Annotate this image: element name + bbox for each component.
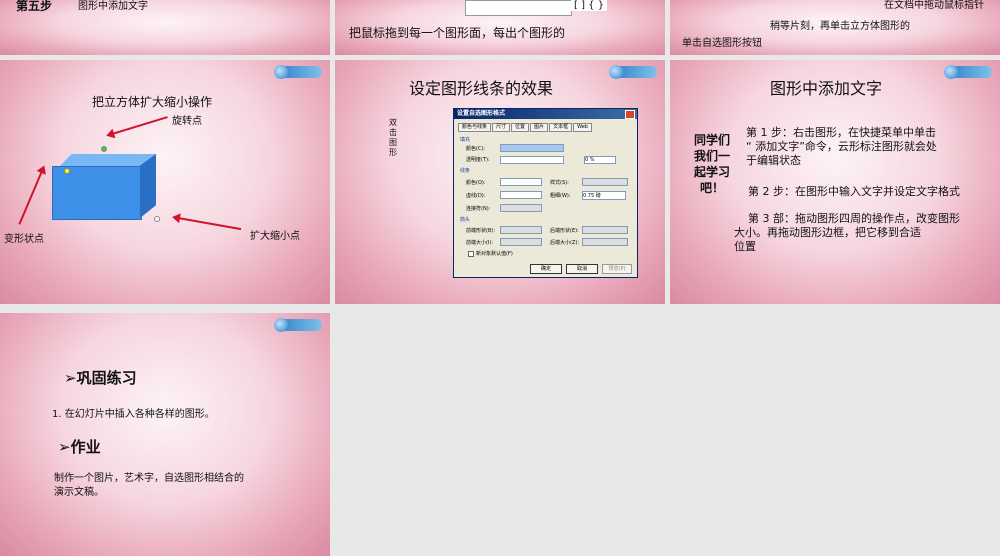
heading-homework: ➢作业	[58, 438, 101, 456]
practice-item: 1. 在幻灯片中插入各种各样的图形。	[52, 409, 215, 420]
begin-size-label: 前端大小(I):	[466, 240, 494, 246]
preview-button[interactable]: 预览(P)	[602, 264, 632, 274]
tab-textbox[interactable]: 文本框	[549, 123, 573, 132]
text-line-3: 单击自选图形按钮	[682, 38, 762, 49]
homework-line-1: 制作一个图片，艺术字，自选图形相结合的	[54, 473, 244, 484]
transparency-label: 透明度(T):	[466, 157, 490, 163]
slide-thumb-7[interactable]: ➢巩固练习 1. 在幻灯片中插入各种各样的图形。 ➢作业 制作一个图片，艺术字，…	[0, 313, 330, 556]
end-style-label: 后端形状(E):	[550, 228, 579, 234]
slide-title: 图形中添加文字	[78, 1, 148, 12]
cube-top-face	[60, 154, 156, 166]
begin-size-select[interactable]	[500, 238, 542, 246]
step3-line: 位置	[734, 240, 756, 253]
deform-label: 变形状点	[4, 234, 44, 245]
dash-label: 虚线(D):	[466, 193, 486, 199]
side-line: 吧！	[700, 181, 725, 195]
step1-line: 第 1 步：右击图形，在快捷菜单中单击	[746, 126, 936, 139]
resize-label: 扩大缩小点	[250, 231, 300, 242]
transparency-value[interactable]: 0 %	[584, 156, 616, 164]
slide-thumb-3[interactable]: 在文档中拖动鼠标指针 稍等片刻，再单击立方体图形的 单击自选图形按钮	[670, 0, 1000, 55]
style-label: 样式(S):	[550, 180, 569, 186]
slide-thumb-4[interactable]: 把立方体扩大缩小操作 旋转点 变形状点 扩大缩小点	[0, 60, 330, 304]
slide-thumb-6[interactable]: 图形中添加文字 同学们 我们一 起学习 吧！ 第 1 步：右击图形，在快捷菜单中…	[670, 60, 1000, 304]
step2-text: 第 2 步：在图形中输入文字并设定文字格式	[748, 185, 960, 198]
tab-colors-lines[interactable]: 颜色与线条	[458, 123, 492, 132]
arrow-resize-icon	[177, 217, 242, 231]
connector-label: 连接符(N):	[466, 206, 491, 212]
side-text: 同学们 我们一 起学习 吧！	[694, 132, 730, 196]
end-style-select[interactable]	[582, 226, 628, 234]
default-checkbox-label: 新对象默认值(F)	[476, 251, 513, 257]
checkbox-icon[interactable]	[468, 250, 474, 257]
slide-title: 设定图形线条的效果	[409, 79, 554, 98]
step1-line: “ 添加文字”命令，云形标注图形就会处	[746, 140, 937, 153]
text-line-2: 稍等片刻，再单击立方体图形的	[770, 21, 910, 32]
tab-web[interactable]: Web	[573, 123, 592, 132]
weight-label: 粗细(W):	[550, 193, 571, 199]
side-line: 起学习	[694, 165, 731, 179]
weight-value[interactable]: 0.75 磅	[582, 191, 626, 200]
slide-text: 把鼠标拖到每一个图形面，每出个图形的	[349, 26, 566, 40]
slide-title: 图形中添加文字	[770, 79, 883, 98]
logo-icon	[274, 65, 322, 79]
tab-size[interactable]: 尺寸	[492, 123, 511, 132]
fill-color-label: 颜色(C):	[466, 146, 486, 152]
close-icon[interactable]	[625, 110, 635, 119]
dialog-tabs: 颜色与线条 尺寸 位置 图片 文本框 Web	[458, 123, 593, 132]
fill-color-select[interactable]	[500, 144, 564, 152]
homework-line-2: 演示文稿。	[54, 487, 104, 498]
logo-icon	[944, 65, 992, 79]
line-color-label: 颜色(O):	[466, 180, 486, 186]
begin-style-select[interactable]	[500, 226, 542, 234]
logo-icon	[274, 318, 322, 332]
begin-style-label: 前端形状(B):	[466, 228, 496, 234]
line-color-select[interactable]	[500, 178, 542, 186]
heading-practice: ➢巩固练习	[64, 369, 137, 387]
tab-position[interactable]: 位置	[511, 123, 530, 132]
rotate-handle-icon[interactable]	[101, 146, 107, 152]
slide-thumb-1[interactable]: 第五步 图形中添加文字	[0, 0, 330, 55]
cube-front-face	[52, 166, 142, 220]
toolbar-brackets: [ ] { }	[571, 0, 608, 11]
connector-select[interactable]	[500, 204, 542, 212]
arrow-deform-icon	[18, 170, 43, 225]
end-size-label: 后端大小(Z):	[550, 240, 580, 246]
dash-select[interactable]	[500, 191, 542, 199]
fill-section: 填充	[460, 137, 471, 143]
logo-icon	[609, 65, 657, 79]
toolbar-strip	[465, 0, 572, 16]
step-label: 第五步	[16, 0, 53, 13]
step3-line: 大小。再拖动图形边框，把它移到合适	[734, 226, 921, 239]
rotate-label: 旋转点	[172, 116, 202, 127]
arrow-rotate-icon	[111, 116, 168, 135]
text-line-1: 在文档中拖动鼠标指针	[884, 0, 984, 11]
default-checkbox[interactable]: 新对象默认值(F)	[466, 250, 513, 257]
line-section: 线条	[460, 168, 471, 174]
dialog-title: 设置自选图形格式	[454, 109, 637, 119]
line-style-select[interactable]	[582, 178, 628, 186]
arrow-section: 箭头	[460, 217, 471, 223]
tab-picture[interactable]: 图片	[530, 123, 549, 132]
deform-handle-icon[interactable]	[64, 168, 70, 174]
format-shape-dialog[interactable]: 设置自选图形格式 颜色与线条 尺寸 位置 图片 文本框 Web 填充 颜色(C): 透明度…	[453, 108, 638, 278]
end-size-select[interactable]	[582, 238, 628, 246]
side-line: 我们一	[694, 149, 731, 163]
step1-text: 第 1 步：右击图形，在快捷菜单中单击 “ 添加文字”命令，云形标注图形就会处 …	[746, 126, 937, 168]
slide-title: 把立方体扩大缩小操作	[92, 95, 213, 109]
slide-thumb-2[interactable]: [ ] { } 把鼠标拖到每一个图形面，每出个图形的	[335, 0, 665, 55]
ok-button[interactable]: 确定	[530, 264, 562, 274]
side-line: 同学们	[694, 133, 731, 147]
step3-line: 第 3 部：拖动图形四周的操作点，改变图形	[748, 212, 960, 225]
cancel-button[interactable]: 取消	[566, 264, 598, 274]
resize-handle-icon[interactable]	[154, 216, 160, 222]
step3-text: 第 3 部：拖动图形四周的操作点，改变图形 大小。再拖动图形边框，把它移到合适 …	[734, 212, 960, 254]
step1-line: 于编辑状态	[746, 154, 801, 167]
transparency-slider[interactable]	[500, 156, 564, 164]
side-note: 双击图形	[389, 118, 397, 157]
